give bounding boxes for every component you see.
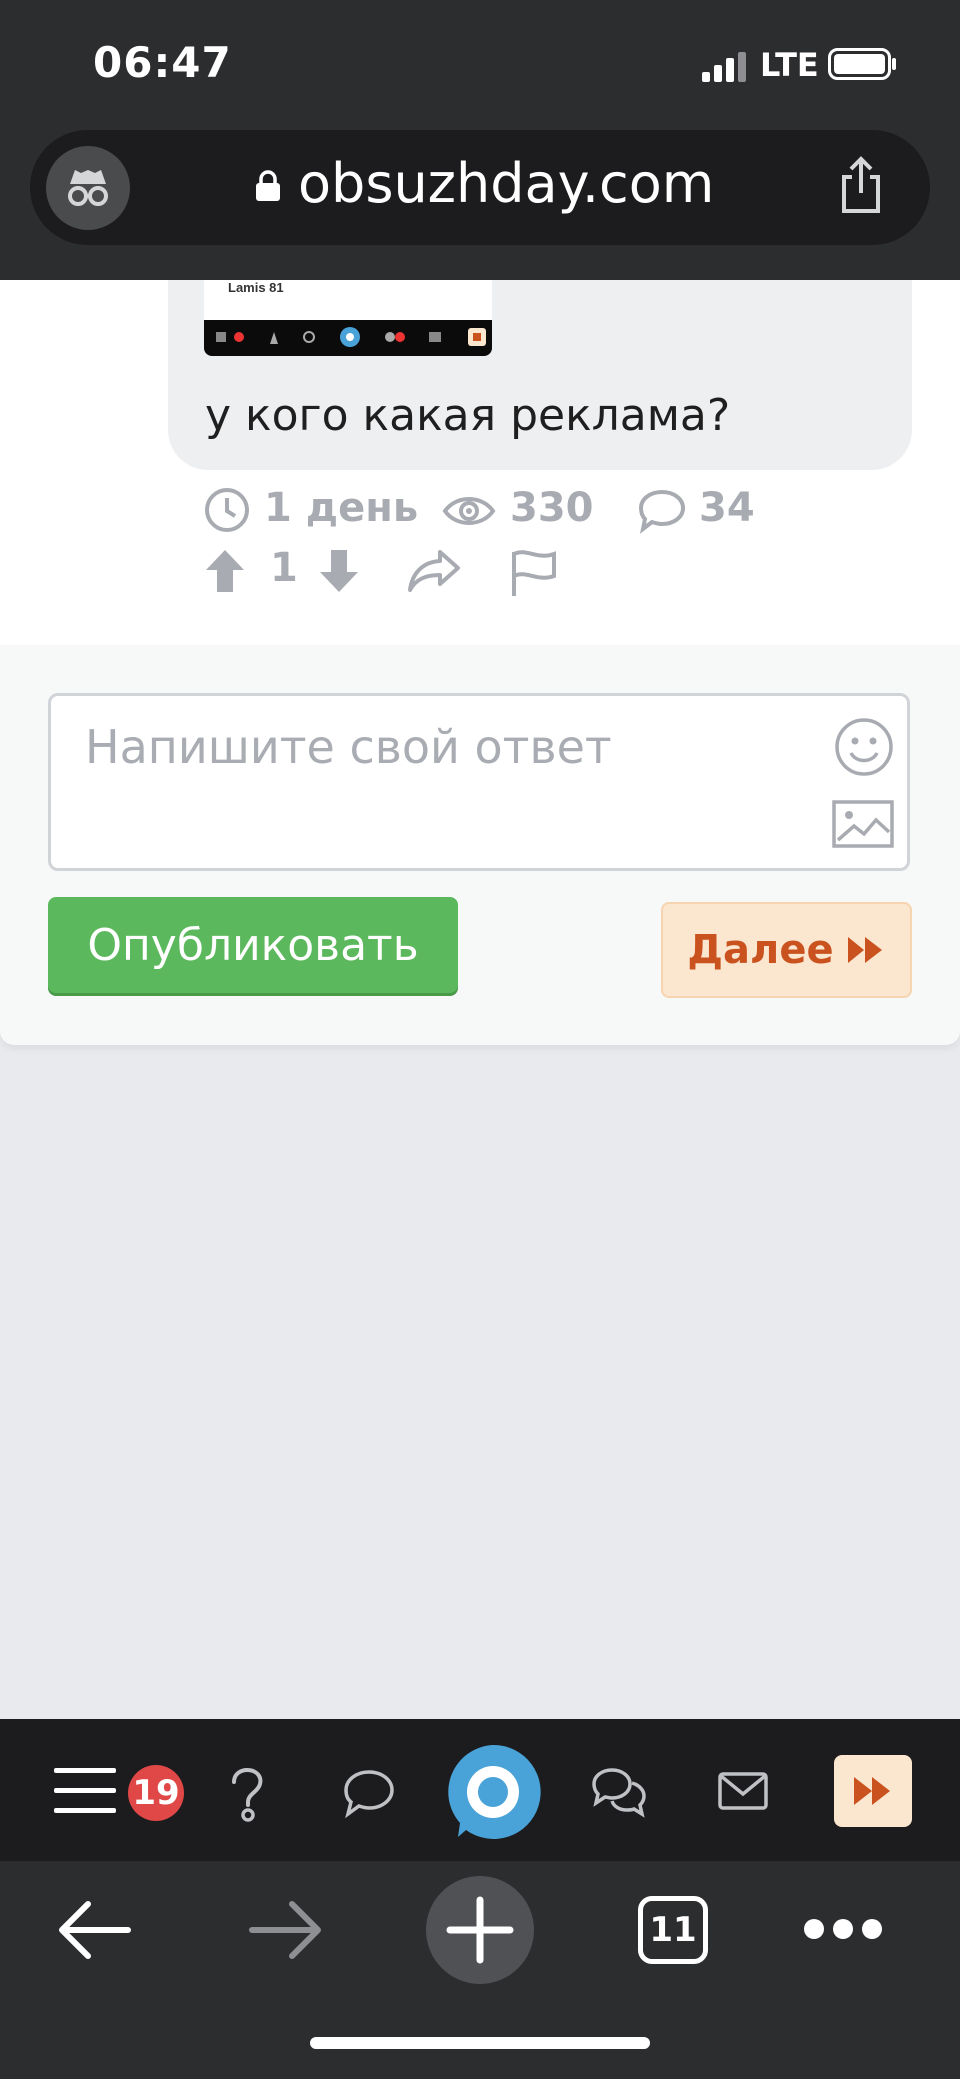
new-tab-icon[interactable] [425,1875,535,1985]
network-type: LTE [760,46,819,84]
upvote-icon[interactable] [204,548,246,594]
image-upload-icon[interactable] [832,800,894,848]
post-image-caption: Lamis 81 [228,280,284,295]
emoji-icon[interactable] [834,717,894,777]
mail-icon[interactable] [718,1772,768,1810]
incognito-icon[interactable] [46,146,130,230]
fast-forward-icon [847,937,882,963]
menu-icon[interactable] [54,1766,116,1816]
signal-icon [702,52,746,82]
clock-icon [205,488,249,532]
fast-forward-icon [854,1777,890,1805]
home-indicator[interactable] [310,2037,650,2049]
post-text: у кого какая реклама? [205,390,731,441]
more-icon[interactable] [802,1916,884,1942]
share-icon[interactable] [836,155,886,215]
lock-icon [256,170,280,201]
share-post-icon[interactable] [406,548,462,594]
next-button-label: Далее [687,927,834,973]
question-icon[interactable] [226,1768,268,1822]
forward-arrow-icon[interactable] [248,1900,324,1960]
post-image[interactable]: Lamis 81 [204,280,492,356]
eye-icon [442,497,496,525]
tabs-button[interactable]: 11 [638,1896,708,1964]
battery-icon [828,48,896,80]
downvote-icon[interactable] [318,548,360,594]
chat-icon[interactable] [342,1768,396,1820]
back-arrow-icon[interactable] [56,1900,132,1960]
discussions-icon[interactable] [590,1766,648,1822]
reply-placeholder: Напишите свой ответ [85,720,612,774]
comment-icon[interactable] [637,488,687,534]
post-age: 1 день [264,485,419,531]
post-comments-count: 34 [699,485,755,531]
url-text[interactable]: obsuzhday.com [298,152,714,215]
next-button[interactable]: Далее [661,902,912,998]
flag-icon[interactable] [508,548,558,598]
vote-count: 1 [270,545,298,591]
home-logo-icon[interactable] [444,1743,542,1841]
notification-badge: 19 [128,1765,184,1821]
status-time: 06:47 [93,38,232,87]
publish-button[interactable]: Опубликовать [48,897,458,993]
next-question-button[interactable] [834,1755,912,1827]
post-views: 330 [510,485,594,531]
post-image-toolbar [204,320,492,356]
